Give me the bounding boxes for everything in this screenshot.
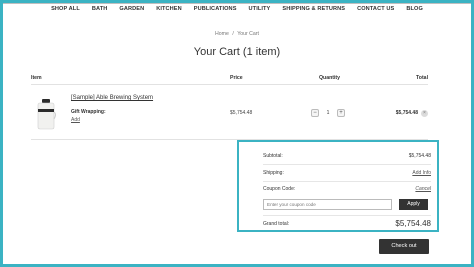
header-price: Price — [230, 75, 243, 81]
nav-item-utility[interactable]: UTILITY — [243, 6, 277, 12]
nav-item-shipping-returns[interactable]: SHIPPING & RETURNS — [276, 6, 351, 12]
item-total: $5,754.48 — [395, 110, 418, 116]
remove-item-icon[interactable]: × — [421, 110, 428, 117]
nav-item-publications[interactable]: PUBLICATIONS — [188, 6, 243, 12]
table-header-divider — [31, 84, 428, 85]
subtotal-value: $5,754.48 — [408, 153, 431, 159]
page-title: Your Cart (1 item) — [193, 46, 281, 58]
coupon-cancel-link[interactable]: Cancel — [415, 186, 431, 192]
gift-wrapping-label: Gift Wrapping: — [71, 109, 106, 115]
breadcrumb-current: Your Cart — [237, 31, 259, 37]
nav-item-bath[interactable]: BATH — [86, 6, 114, 12]
quantity-stepper: − 1 + — [311, 108, 345, 117]
apply-coupon-button[interactable]: Apply — [399, 199, 428, 210]
nav-item-shop-all[interactable]: SHOP ALL — [45, 6, 86, 12]
summary-divider — [263, 181, 431, 182]
quantity-value: 1 — [326, 109, 330, 116]
summary-divider — [263, 215, 431, 216]
shipping-label: Shipping: — [263, 170, 284, 176]
header-item: Item — [31, 75, 42, 81]
header-quantity: Quantity — [319, 75, 341, 81]
subtotal-label: Subtotal: — [263, 153, 283, 159]
coupon-code-input[interactable] — [263, 199, 392, 210]
header-total: Total — [416, 75, 429, 81]
breadcrumb-separator: / — [232, 31, 234, 37]
summary-divider — [263, 164, 431, 165]
header-divider — [3, 3, 471, 4]
item-price: $5,754.48 — [230, 110, 253, 116]
grand-total-value: $5,754.48 — [395, 219, 431, 228]
nav-item-contact-us[interactable]: CONTACT US — [351, 6, 400, 12]
gift-wrapping-add-link[interactable]: Add — [71, 117, 80, 123]
product-thumbnail[interactable] — [35, 97, 57, 131]
product-name-link[interactable]: [Sample] Able Brewing System — [71, 95, 153, 101]
cart-table-header: Item Price Quantity Total — [31, 75, 428, 83]
shipping-add-info-link[interactable]: Add Info — [412, 170, 431, 176]
checkout-button[interactable]: Check out — [379, 239, 429, 254]
breadcrumb: Home / Your Cart — [0, 31, 474, 37]
quantity-increment-button[interactable]: + — [337, 108, 345, 117]
quantity-decrement-button[interactable]: − — [311, 108, 319, 117]
breadcrumb-home[interactable]: Home — [215, 31, 229, 37]
nav-item-kitchen[interactable]: KITCHEN — [150, 6, 188, 12]
main-navigation: SHOP ALL BATH GARDEN KITCHEN PUBLICATION… — [0, 6, 474, 12]
cart-summary: Subtotal: $5,754.48 Shipping: Add Info C… — [237, 140, 439, 232]
nav-item-blog[interactable]: BLOG — [400, 6, 429, 12]
nav-item-garden[interactable]: GARDEN — [113, 6, 150, 12]
coupon-label: Coupon Code: — [263, 186, 296, 192]
grand-total-label: Grand total: — [263, 221, 290, 227]
